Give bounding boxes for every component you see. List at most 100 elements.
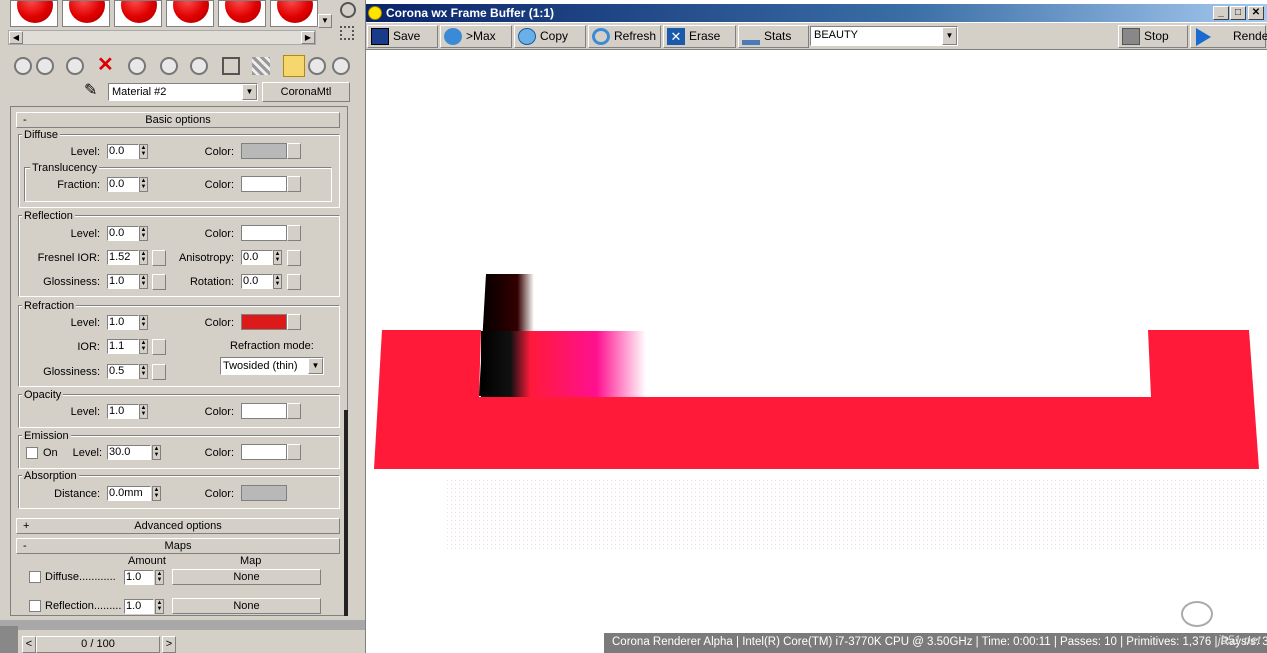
material-slot-2[interactable] [62,0,110,27]
material-slot-3[interactable] [114,0,162,27]
diffuse-map-slot-button[interactable]: None [172,569,321,585]
diffuse-map-button[interactable] [287,143,301,159]
emission-level-input[interactable]: 30.0 [107,445,151,460]
minimize-button[interactable]: _ [1213,6,1229,20]
frame-buffer-titlebar[interactable]: Corona wx Frame Buffer (1:1) _ □ ✕ [366,4,1267,22]
get-material-icon[interactable] [14,57,32,75]
emission-level-spinner[interactable]: ▲ ▼ [152,445,161,460]
reset-map-icon[interactable]: ✕ [97,55,114,75]
go-forward-sibling-icon[interactable] [308,57,326,75]
reflection-map-checkbox[interactable] [29,600,41,612]
pick-material-icon[interactable] [332,57,350,75]
panel-scrollbar[interactable] [344,410,348,616]
material-slot-4[interactable] [166,0,214,27]
go-to-parent-icon[interactable] [283,55,305,77]
assign-to-selection-icon[interactable] [66,57,84,75]
material-name-field[interactable]: Material #2 ▼ [108,83,258,101]
refraction-mode-dropdown-icon[interactable]: ▼ [308,358,323,374]
material-type-button[interactable]: CoronaMtl [262,82,350,102]
refraction-level-spinner[interactable]: ▲ ▼ [139,315,148,330]
basic-options-header[interactable]: - Basic options [16,112,340,128]
translucency-fraction-spinner[interactable]: ▲ ▼ [139,177,148,192]
translucency-fraction-input[interactable]: 0.0 [107,177,139,192]
refraction-mode-select[interactable]: Twosided (thin) ▼ [220,357,324,375]
scroll-right-icon[interactable]: ▶ [301,31,315,44]
translucency-color-swatch[interactable] [241,176,287,192]
emission-map-button[interactable] [287,444,301,460]
stats-button[interactable]: Stats [738,25,809,48]
diffuse-map-checkbox[interactable] [29,571,41,583]
timeline-slider[interactable]: 0 / 100 [36,636,160,653]
material-slot-6[interactable] [270,0,318,27]
absorption-color-swatch[interactable] [241,485,287,501]
anisotropy-map-button[interactable] [287,250,301,266]
anisotropy-input[interactable]: 0.0 [241,250,273,265]
sample-type-icon[interactable] [340,2,356,18]
timeline-next-button[interactable]: > [162,636,176,653]
max-button[interactable]: >Max [440,25,512,48]
rotation-map-button[interactable] [287,274,301,290]
reflection-map-amount-input[interactable]: 1.0 [124,599,154,614]
emission-color-swatch[interactable] [241,444,287,460]
erase-button[interactable]: ✕ Erase [663,25,736,48]
show-map-icon[interactable] [222,57,240,75]
render-canvas[interactable] [366,50,1267,633]
refraction-color-swatch[interactable] [241,314,287,330]
maximize-button[interactable]: □ [1230,6,1246,20]
refraction-map-button[interactable] [287,314,301,330]
fresnel-ior-input[interactable]: 1.52 [107,250,139,265]
slots-scrollbar[interactable]: ◀ ▶ [8,30,316,45]
opacity-color-swatch[interactable] [241,403,287,419]
reflection-map-slot-button[interactable]: None [172,598,321,614]
fresnel-ior-spinner[interactable]: ▲ ▼ [139,250,148,265]
refraction-level-input[interactable]: 1.0 [107,315,139,330]
channel-select[interactable]: BEAUTY ▼ [810,26,958,46]
timeline-prev-button[interactable]: < [22,636,36,653]
absorption-distance-input[interactable]: 0.0mm [107,486,151,501]
rotation-spinner[interactable]: ▲ ▼ [273,274,282,289]
put-to-scene-icon[interactable] [36,57,54,75]
reflection-level-spinner[interactable]: ▲ ▼ [139,226,148,241]
absorption-distance-spinner[interactable]: ▲ ▼ [152,486,161,501]
advanced-options-header[interactable]: + Advanced options [16,518,340,534]
diffuse-color-swatch[interactable] [241,143,287,159]
slots-scroll-down-button[interactable]: ▼ [318,14,332,28]
reflection-map-amount-spinner[interactable]: ▲ ▼ [155,599,164,614]
ior-spinner[interactable]: ▲ ▼ [139,339,148,354]
eyedropper-icon[interactable]: ✎ [84,83,97,99]
copy-button[interactable]: Copy [514,25,586,48]
save-button[interactable]: Save [367,25,438,48]
refraction-glossiness-input[interactable]: 0.5 [107,364,139,379]
material-name-dropdown-icon[interactable]: ▼ [242,84,257,100]
anisotropy-spinner[interactable]: ▲ ▼ [273,250,282,265]
diffuse-map-amount-spinner[interactable]: ▲ ▼ [155,570,164,585]
refresh-button[interactable]: Refresh [588,25,661,48]
rotation-input[interactable]: 0.0 [241,274,273,289]
diffuse-map-amount-input[interactable]: 1.0 [124,570,154,585]
diffuse-level-spinner[interactable]: ▲ ▼ [139,144,148,159]
maps-header[interactable]: - Maps [16,538,340,554]
show-end-result-icon[interactable] [252,57,270,75]
translucency-map-button[interactable] [287,176,301,192]
diffuse-level-input[interactable]: 0.0 [107,144,139,159]
opacity-level-input[interactable]: 1.0 [107,404,139,419]
emission-on-checkbox[interactable] [26,447,38,459]
stop-button[interactable]: Stop [1118,25,1188,48]
ior-map-button[interactable] [152,339,166,355]
reflection-level-input[interactable]: 0.0 [107,226,139,241]
refraction-glossiness-map-button[interactable] [152,364,166,380]
opacity-map-button[interactable] [287,403,301,419]
material-slot-1[interactable] [10,0,58,27]
scroll-left-icon[interactable]: ◀ [9,31,23,44]
reflection-glossiness-spinner[interactable]: ▲ ▼ [139,274,148,289]
ior-input[interactable]: 1.1 [107,339,139,354]
render-button[interactable]: Render [1190,25,1267,48]
reflection-glossiness-input[interactable]: 1.0 [107,274,139,289]
opacity-level-spinner[interactable]: ▲ ▼ [139,404,148,419]
refraction-glossiness-spinner[interactable]: ▲ ▼ [139,364,148,379]
channel-dropdown-icon[interactable]: ▼ [942,27,957,45]
material-id-icon[interactable] [190,57,208,75]
put-to-library-icon[interactable] [160,57,178,75]
close-button[interactable]: ✕ [1248,6,1264,20]
make-unique-icon[interactable] [128,57,146,75]
